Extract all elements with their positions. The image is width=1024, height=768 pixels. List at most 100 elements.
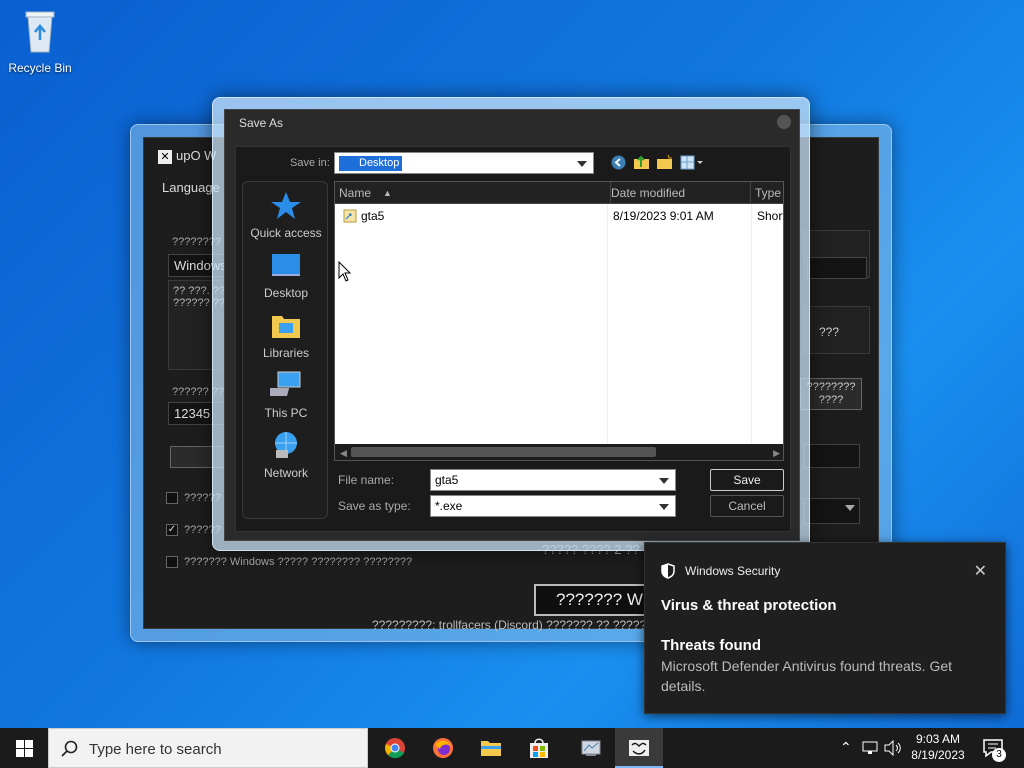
save-as-type-label: Save as type: xyxy=(338,499,411,513)
place-desktop[interactable]: Desktop xyxy=(243,250,329,300)
horizontal-scrollbar[interactable]: ◀ ▶ xyxy=(335,444,783,460)
place-label: Libraries xyxy=(262,346,310,360)
file-date: 8/19/2023 9:01 AM xyxy=(613,209,714,223)
close-icon[interactable]: ✕ xyxy=(974,561,987,581)
dialog-toolbar xyxy=(610,154,705,171)
taskbar-store[interactable] xyxy=(515,728,563,768)
file-name-value: gta5 xyxy=(435,473,459,487)
right-dropdown[interactable] xyxy=(804,498,860,524)
column-type[interactable]: Type xyxy=(751,182,783,204)
background-app-title: ✕ upO W xyxy=(158,148,216,164)
store-icon xyxy=(530,738,548,758)
taskbar-file-explorer[interactable] xyxy=(467,728,515,768)
file-name-input[interactable]: gta5 xyxy=(430,469,676,491)
file-type: Short xyxy=(757,209,784,223)
save-in-dropdown[interactable]: Desktop xyxy=(334,152,594,174)
save-as-type-value: *.exe xyxy=(435,499,463,513)
recycle-bin-label: Recycle Bin xyxy=(8,61,72,75)
save-in-value: Desktop xyxy=(339,156,403,171)
save-button[interactable]: Save xyxy=(710,469,784,491)
mouse-cursor-icon xyxy=(338,261,352,282)
file-explorer-icon xyxy=(481,741,501,756)
desktop-icon xyxy=(272,254,300,276)
column-separator xyxy=(607,204,608,444)
checkbox-1[interactable] xyxy=(166,492,178,504)
place-this-pc[interactable]: This PC xyxy=(243,370,329,420)
right-button-line-2: ???? xyxy=(818,394,844,406)
right-field-2[interactable] xyxy=(804,444,860,468)
file-list-header: Name ▲ Date modified Type xyxy=(335,182,783,204)
place-label: Quick access xyxy=(250,226,322,240)
taskbar-firefox[interactable] xyxy=(419,728,467,768)
search-icon xyxy=(61,740,78,757)
recycle-bin-shortcut[interactable]: Recycle Bin xyxy=(6,6,74,75)
app-icon xyxy=(581,740,601,756)
chevron-down-icon xyxy=(659,478,669,484)
save-in-label: Save in: xyxy=(290,157,330,169)
shortcut-file-icon xyxy=(343,209,357,223)
libraries-icon xyxy=(272,316,300,338)
clock[interactable]: 9:03 AM 8/19/2023 xyxy=(908,731,968,763)
place-label: Network xyxy=(263,466,308,480)
clock-time: 9:03 AM xyxy=(915,732,961,746)
taskbar-trollface-app[interactable] xyxy=(615,728,663,768)
credits-footer: ?????????: trollfacers (Discord) ???????… xyxy=(372,618,669,632)
right-field-1[interactable] xyxy=(807,257,867,279)
right-panel-top xyxy=(804,230,870,279)
dialog-title: Save As xyxy=(239,116,284,130)
start-button[interactable] xyxy=(0,728,48,768)
file-list[interactable]: Name ▲ Date modified Type gta5 8/19/2023 … xyxy=(334,181,784,461)
file-name-label: File name: xyxy=(338,473,395,487)
close-icon[interactable] xyxy=(777,115,791,129)
network-icon xyxy=(275,432,297,458)
system-tray: ⌃ xyxy=(838,728,904,768)
scroll-right-icon[interactable]: ▶ xyxy=(773,448,780,459)
file-name: gta5 xyxy=(361,209,385,223)
save-as-type-dropdown[interactable]: *.exe xyxy=(430,495,676,517)
background-app-title-text: upO W xyxy=(176,148,217,163)
view-menu-icon[interactable] xyxy=(679,154,705,171)
column-name-label: Name xyxy=(339,186,372,200)
notification-app-name: Windows Security xyxy=(685,564,781,578)
right-label: ??? xyxy=(819,325,840,339)
clock-date: 8/19/2023 xyxy=(911,748,965,762)
file-row[interactable]: gta5 8/19/2023 9:01 AM Short xyxy=(335,206,784,226)
notification-body: Microsoft Defender Antivirus found threa… xyxy=(661,658,953,694)
cancel-button[interactable]: Cancel xyxy=(710,495,784,517)
network-icon[interactable] xyxy=(862,740,878,756)
places-bar: Quick access Desktop Libraries This PC N… xyxy=(242,181,328,519)
checkbox-3[interactable] xyxy=(166,556,178,568)
new-folder-icon[interactable] xyxy=(656,154,673,171)
place-network[interactable]: Network xyxy=(243,430,329,480)
checkbox-3-label: ??????? Windows ????? ???????? ???????? xyxy=(184,556,413,568)
notification-count-badge: 3 xyxy=(992,748,1006,762)
security-notification[interactable]: Windows Security ✕ Virus & threat protec… xyxy=(644,542,1006,714)
chevron-down-icon xyxy=(577,161,587,167)
sort-up-icon: ▲ xyxy=(383,188,392,198)
notification-heading: Virus & threat protection xyxy=(661,597,837,614)
right-button-line-1: ???????? xyxy=(806,381,856,393)
search-box[interactable]: Type here to search xyxy=(48,728,368,768)
chrome-icon xyxy=(385,738,405,759)
checkbox-2[interactable]: ✓ xyxy=(166,524,178,536)
scroll-left-icon[interactable]: ◀ xyxy=(340,448,347,459)
place-quick-access[interactable]: Quick access xyxy=(243,190,329,240)
column-date[interactable]: Date modified xyxy=(607,182,751,204)
chevron-down-icon xyxy=(845,505,855,511)
place-libraries[interactable]: Libraries xyxy=(243,310,329,360)
taskbar-app[interactable] xyxy=(567,728,615,768)
scroll-thumb[interactable] xyxy=(351,447,656,457)
star-icon xyxy=(271,192,301,219)
this-pc-icon xyxy=(265,371,301,396)
back-icon[interactable] xyxy=(610,154,627,171)
volume-icon[interactable] xyxy=(884,740,902,756)
shield-icon xyxy=(661,563,675,579)
show-hidden-icons-icon[interactable]: ⌃ xyxy=(840,739,852,756)
column-name[interactable]: Name ▲ xyxy=(335,182,611,204)
recycle-bin-icon xyxy=(25,11,55,53)
up-folder-icon[interactable] xyxy=(633,154,650,171)
save-as-dialog[interactable]: Save As Save in: Desktop Quick access De… xyxy=(224,109,800,541)
windows-logo-icon xyxy=(16,740,33,757)
taskbar-chrome[interactable] xyxy=(371,728,419,768)
place-label: This PC xyxy=(264,406,308,420)
